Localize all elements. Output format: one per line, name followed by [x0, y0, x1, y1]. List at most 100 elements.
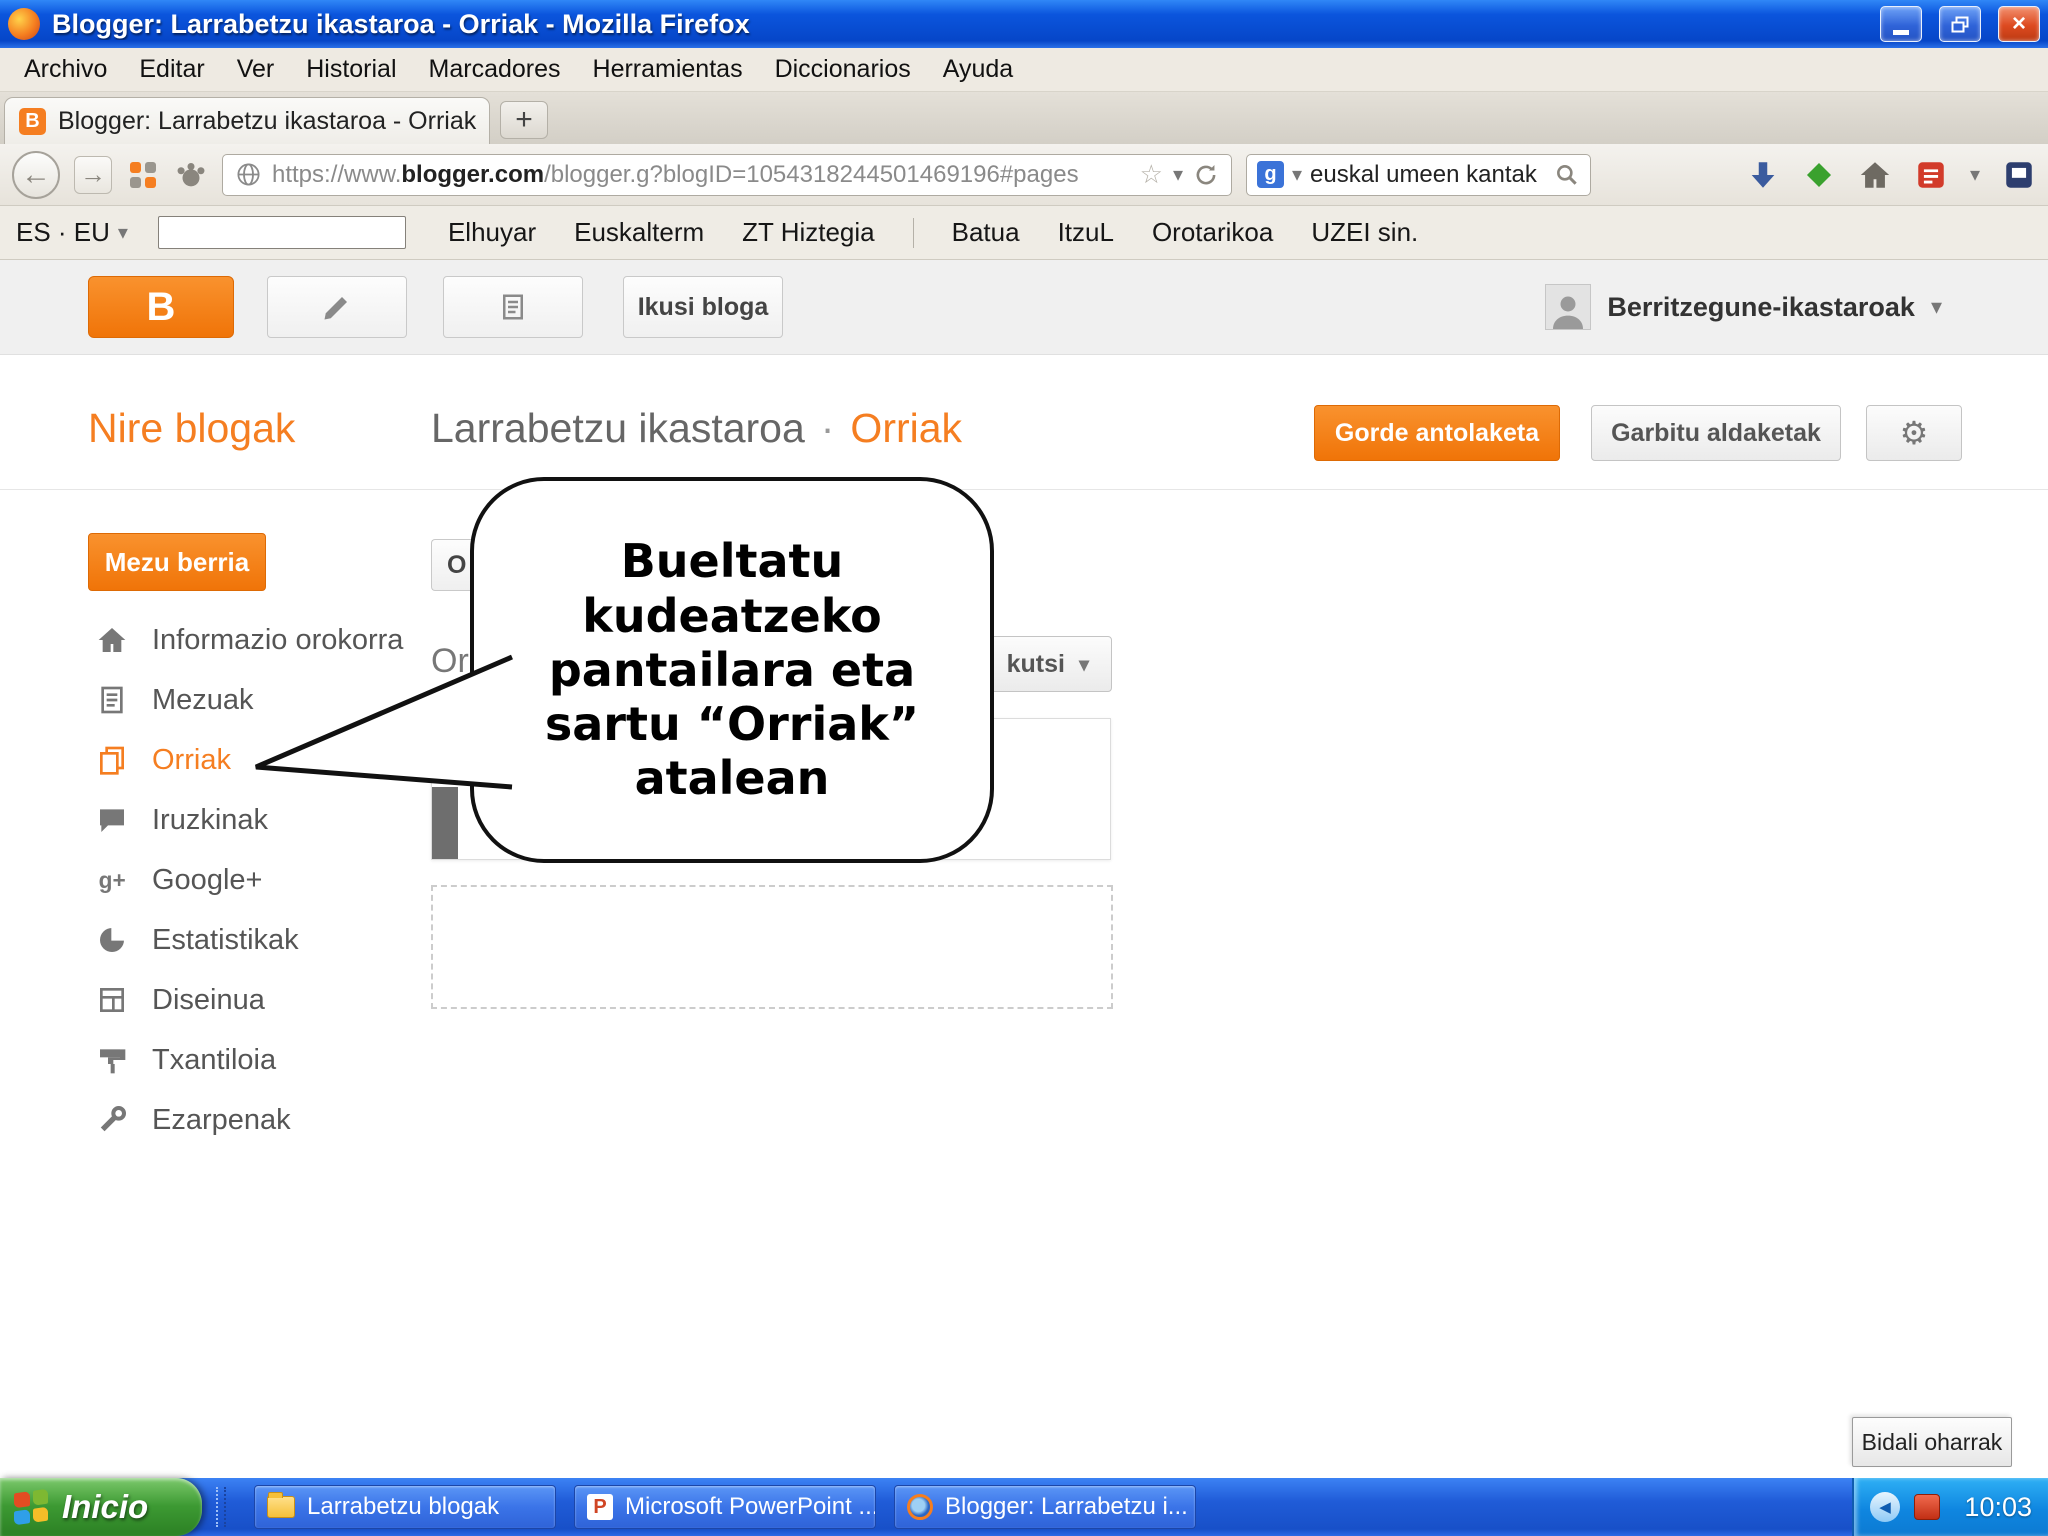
sidebar-item-layout[interactable]: Diseinua: [0, 970, 430, 1030]
sidebar-item-label: Orriak: [152, 743, 231, 776]
sidebar-item-label: Ezarpenak: [152, 1103, 291, 1136]
close-icon: ×: [2011, 10, 2026, 37]
menu-archivo[interactable]: Archivo: [8, 48, 123, 91]
sidebar-item-template[interactable]: Txantiloia: [0, 1030, 430, 1090]
menu-marcadores[interactable]: Marcadores: [413, 48, 577, 91]
dict-link-itzul[interactable]: ItzuL: [1058, 217, 1114, 248]
hide-tray-icons-button[interactable]: ◀: [1870, 1492, 1900, 1522]
new-tab-button[interactable]: +: [500, 101, 548, 139]
drag-handle[interactable]: [432, 787, 458, 859]
restore-button[interactable]: [1939, 6, 1981, 42]
new-post-button[interactable]: Mezu berria: [88, 533, 266, 591]
start-button[interactable]: Inicio: [0, 1478, 202, 1536]
dict-link-elhuyar[interactable]: Elhuyar: [448, 217, 536, 248]
addon-paw-icon[interactable]: [174, 158, 208, 192]
settings-gear-button[interactable]: ⚙: [1866, 405, 1962, 461]
search-engine-dropdown-icon[interactable]: ▾: [1292, 162, 1302, 187]
sidebar-item-comments[interactable]: Iruzkinak: [0, 790, 430, 850]
forward-button[interactable]: →: [74, 155, 112, 194]
search-input[interactable]: [1310, 160, 1546, 189]
my-blogs-link[interactable]: Nire blogak: [88, 405, 295, 452]
speed-dial-icon[interactable]: [126, 158, 160, 192]
menu-editar[interactable]: Editar: [123, 48, 220, 91]
tray-notification-icon[interactable]: [1914, 1494, 1940, 1520]
home-icon: [98, 628, 126, 652]
sidebar-item-label: Txantiloia: [152, 1043, 277, 1076]
task-firefox-window[interactable]: Blogger: Larrabetzu i...: [894, 1485, 1196, 1529]
reload-icon[interactable]: [1193, 162, 1219, 188]
pages-heading-partial: Or: [431, 642, 469, 680]
sidebar-item-pages[interactable]: Orriak: [0, 730, 430, 790]
screen: Blogger: Larrabetzu ikastaroa - Orriak -…: [0, 0, 2048, 1536]
send-feedback-button[interactable]: Bidali oharrak: [1852, 1417, 2012, 1467]
flashgot-icon[interactable]: [1802, 158, 1836, 192]
person-icon: [1553, 296, 1584, 329]
navigation-toolbar: ← → https://www.blogger.com/blogger.g?bl…: [0, 144, 2048, 206]
magnifier-icon[interactable]: [1554, 162, 1580, 188]
back-button[interactable]: ←: [12, 150, 60, 199]
tab-title: Blogger: Larrabetzu ikastaroa - Orriak: [58, 106, 477, 135]
minimize-button[interactable]: [1880, 6, 1922, 42]
dict-link-euskalterm[interactable]: Euskalterm: [574, 217, 704, 248]
firefox-app-icon: [8, 8, 40, 40]
language-selector[interactable]: ES · EU ▾: [16, 217, 128, 248]
task-folder-window[interactable]: Larrabetzu blogak: [254, 1485, 556, 1529]
grid-dot: [130, 161, 141, 173]
menu-diccionarios[interactable]: Diccionarios: [759, 48, 927, 91]
blogger-logo-button[interactable]: B: [88, 276, 234, 338]
flag-pane: [14, 1491, 30, 1508]
menu-ayuda[interactable]: Ayuda: [927, 48, 1029, 91]
account-menu[interactable]: Berritzegune-ikastaroak ▾: [1545, 284, 1942, 330]
close-button[interactable]: ×: [1998, 6, 2040, 42]
task-powerpoint-window[interactable]: P Microsoft PowerPoint ...: [574, 1485, 876, 1529]
menu-ver[interactable]: Ver: [221, 48, 291, 91]
stats-icon: [100, 925, 127, 952]
scrapbook-icon[interactable]: [1914, 158, 1948, 192]
sidebar-item-overview[interactable]: Informazio orokorra: [0, 610, 430, 670]
url-prefix: https://www.: [272, 160, 402, 188]
url-bar[interactable]: https://www.blogger.com/blogger.g?blogID…: [222, 153, 1232, 196]
dict-link-zthiztegia[interactable]: ZT Hiztegia: [742, 217, 874, 248]
sidebar-item-stats[interactable]: Estatistikak: [0, 910, 430, 970]
dict-link-orotarikoa[interactable]: Orotarikoa: [1152, 217, 1273, 248]
menu-herramientas[interactable]: Herramientas: [577, 48, 759, 91]
compose-button[interactable]: [267, 276, 407, 338]
dictionary-search-input[interactable]: [157, 216, 406, 249]
account-name: Berritzegune-ikastaroak: [1607, 291, 1915, 322]
download-icon[interactable]: [1746, 158, 1780, 192]
url-dropdown-icon[interactable]: ▾: [1173, 162, 1183, 187]
blogger-header-bar: B Ikusi bloga Berritzegune-ikastaroak ▾: [0, 260, 2048, 355]
powerpoint-icon: P: [587, 1494, 613, 1520]
dictionary-links: Elhuyar Euskalterm ZT Hiztegia Batua Itz…: [448, 217, 1418, 248]
tab-blogger[interactable]: B Blogger: Larrabetzu ikastaroa - Orriak: [4, 97, 490, 144]
sidebar-item-posts[interactable]: Mezuak: [0, 670, 430, 730]
minimize-icon: [1893, 29, 1909, 35]
template-icon: [100, 1049, 126, 1074]
dropdown-label-partial: kutsi: [1006, 649, 1065, 678]
breadcrumb-dot: ·: [820, 405, 835, 451]
grid-dot: [130, 176, 141, 188]
googleplus-icon: g+: [99, 867, 126, 893]
addons-dropdown-icon[interactable]: ▾: [1970, 162, 1980, 187]
quick-launch-grip[interactable]: [216, 1487, 226, 1527]
sidebar-item-googleplus[interactable]: g+ Google+: [0, 850, 430, 910]
save-arrangement-button[interactable]: Gorde antolaketa: [1314, 405, 1560, 461]
view-blog-button[interactable]: Ikusi bloga: [623, 276, 783, 338]
firefox-icon: [907, 1494, 933, 1520]
flag-pane: [32, 1488, 48, 1506]
sidebar-item-settings[interactable]: Ezarpenak: [0, 1090, 430, 1150]
pages-list-button[interactable]: [443, 276, 583, 338]
search-box[interactable]: g ▾: [1246, 153, 1591, 196]
language-pair: ES · EU: [16, 217, 110, 247]
panel-icon[interactable]: [2002, 158, 2036, 192]
dict-link-uzei[interactable]: UZEI sin.: [1311, 217, 1418, 248]
discard-changes-button[interactable]: Garbitu aldaketak: [1591, 405, 1841, 461]
dict-link-batua[interactable]: Batua: [952, 217, 1020, 248]
google-icon[interactable]: g: [1257, 161, 1284, 188]
start-label: Inicio: [62, 1488, 149, 1525]
annotation-callout: Bueltatu kudeatzeko pantailara eta sartu…: [470, 477, 994, 863]
bookmark-star-icon[interactable]: ☆: [1140, 159, 1163, 190]
menu-historial[interactable]: Historial: [290, 48, 412, 91]
home-icon[interactable]: [1858, 158, 1892, 192]
sidebar-item-label: Iruzkinak: [152, 803, 269, 836]
